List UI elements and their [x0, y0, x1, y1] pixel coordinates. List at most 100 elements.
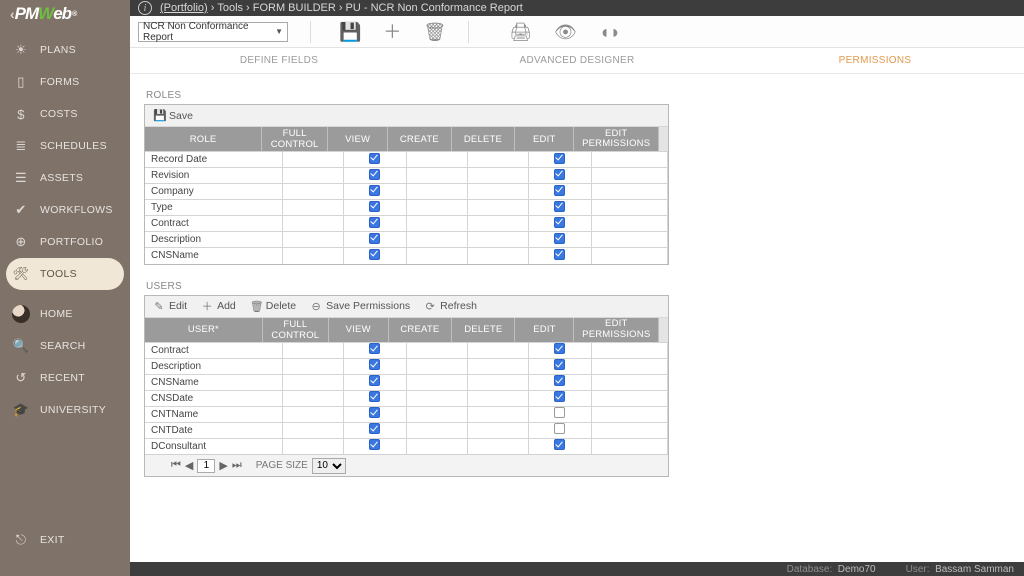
- users-add-button[interactable]: ＋Add: [201, 298, 236, 314]
- cell-view[interactable]: [344, 152, 407, 168]
- checkbox-checked-icon[interactable]: [369, 249, 380, 260]
- cell-editperm[interactable]: [591, 248, 667, 264]
- collapse-chevron-icon[interactable]: ‹: [10, 6, 14, 22]
- sidebar-item-tools[interactable]: 🛠TOOLS: [6, 258, 124, 290]
- table-row[interactable]: Contract: [145, 342, 668, 358]
- cell-delete[interactable]: [467, 152, 528, 168]
- cell-delete[interactable]: [467, 248, 528, 264]
- table-row[interactable]: Type: [145, 200, 668, 216]
- cell-create[interactable]: [406, 168, 467, 184]
- cell-view[interactable]: [344, 168, 407, 184]
- table-row[interactable]: Company: [145, 184, 668, 200]
- cell-editperm[interactable]: [591, 342, 667, 358]
- sidebar-item-plans[interactable]: ☀PLANS: [0, 34, 130, 66]
- sidebar-item-forms[interactable]: ▯FORMS: [0, 66, 130, 98]
- cell-view[interactable]: [343, 406, 406, 422]
- checkbox-checked-icon[interactable]: [369, 217, 380, 228]
- table-row[interactable]: CNTDate: [145, 422, 668, 438]
- breadcrumb-seg[interactable]: FORM BUILDER: [253, 2, 336, 14]
- checkbox-checked-icon[interactable]: [369, 343, 380, 354]
- cell-view[interactable]: [343, 438, 406, 454]
- cell-full[interactable]: [282, 152, 343, 168]
- cell-editperm[interactable]: [591, 216, 667, 232]
- cell-edit[interactable]: [528, 390, 591, 406]
- cell-full[interactable]: [282, 390, 343, 406]
- sidebar-item-assets[interactable]: ☰ASSETS: [0, 162, 130, 194]
- cell-delete[interactable]: [467, 358, 528, 374]
- checkbox-checked-icon[interactable]: [554, 375, 565, 386]
- checkbox-unchecked-icon[interactable]: [554, 423, 565, 434]
- col-edit[interactable]: EDIT: [515, 318, 574, 342]
- cell-delete[interactable]: [467, 342, 528, 358]
- cell-full[interactable]: [282, 438, 343, 454]
- sidebar-item-workflows[interactable]: ✔WORKFLOWS: [0, 194, 130, 226]
- pager-pagesize-select[interactable]: 10: [312, 458, 346, 474]
- cell-view[interactable]: [344, 248, 407, 264]
- save-icon[interactable]: 💾: [339, 23, 361, 41]
- cell-create[interactable]: [406, 390, 467, 406]
- cell-delete[interactable]: [467, 438, 528, 454]
- cell-create[interactable]: [406, 342, 467, 358]
- cell-editperm[interactable]: [591, 232, 667, 248]
- col-full-control[interactable]: FULL CONTROL: [262, 318, 328, 342]
- cell-editperm[interactable]: [591, 168, 667, 184]
- cell-full[interactable]: [282, 248, 343, 264]
- checkbox-unchecked-icon[interactable]: [554, 407, 565, 418]
- users-save-perm-button[interactable]: ⊖Save Permissions: [310, 300, 410, 313]
- cell-editperm[interactable]: [591, 438, 667, 454]
- cell-edit[interactable]: [528, 438, 591, 454]
- table-row[interactable]: CNSDate: [145, 390, 668, 406]
- cell-edit[interactable]: [528, 152, 591, 168]
- checkbox-checked-icon[interactable]: [554, 391, 565, 402]
- users-delete-button[interactable]: 🗑Delete: [250, 300, 296, 313]
- cell-editperm[interactable]: [591, 200, 667, 216]
- cell-full[interactable]: [282, 406, 343, 422]
- cell-edit[interactable]: [528, 232, 591, 248]
- col-user[interactable]: USER*: [145, 318, 262, 342]
- checkbox-checked-icon[interactable]: [369, 169, 380, 180]
- cell-edit[interactable]: [528, 342, 591, 358]
- sidebar-item-schedules[interactable]: ≣SCHEDULES: [0, 130, 130, 162]
- cell-editperm[interactable]: [591, 152, 667, 168]
- users-refresh-button[interactable]: ⟳Refresh: [424, 300, 477, 313]
- users-edit-button[interactable]: ✎Edit: [153, 300, 187, 313]
- col-full-control[interactable]: FULL CONTROL: [262, 127, 328, 151]
- col-delete[interactable]: DELETE: [452, 318, 515, 342]
- info-icon[interactable]: i: [138, 1, 152, 15]
- cell-create[interactable]: [406, 216, 467, 232]
- cell-view[interactable]: [344, 232, 407, 248]
- cell-create[interactable]: [406, 232, 467, 248]
- cell-create[interactable]: [406, 184, 467, 200]
- table-row[interactable]: Description: [145, 358, 668, 374]
- checkbox-checked-icon[interactable]: [369, 201, 380, 212]
- cell-delete[interactable]: [467, 390, 528, 406]
- cell-create[interactable]: [406, 422, 467, 438]
- cell-edit[interactable]: [528, 216, 591, 232]
- pager-prev-icon[interactable]: ◀: [185, 459, 193, 472]
- cell-edit[interactable]: [528, 358, 591, 374]
- cell-full[interactable]: [282, 358, 343, 374]
- checkbox-checked-icon[interactable]: [554, 439, 565, 450]
- delete-icon[interactable]: 🗑: [423, 23, 446, 41]
- cell-editperm[interactable]: [591, 406, 667, 422]
- sidebar-item-portfolio[interactable]: ⊕PORTFOLIO: [0, 226, 130, 258]
- cell-full[interactable]: [282, 374, 343, 390]
- cell-edit[interactable]: [528, 374, 591, 390]
- cell-edit[interactable]: [528, 422, 591, 438]
- cell-create[interactable]: [406, 406, 467, 422]
- table-row[interactable]: Contract: [145, 216, 668, 232]
- cell-delete[interactable]: [467, 168, 528, 184]
- users-grid-scroll[interactable]: ContractDescriptionCNSNameCNSDateCNTName…: [145, 342, 668, 455]
- sidebar-item-exit[interactable]: ⎋EXIT: [0, 524, 130, 556]
- tab-advanced-designer[interactable]: ADVANCED DESIGNER: [428, 48, 726, 73]
- sidebar-item-home[interactable]: HOME: [0, 298, 130, 330]
- checkbox-checked-icon[interactable]: [369, 153, 380, 164]
- checkbox-checked-icon[interactable]: [554, 249, 565, 260]
- cell-create[interactable]: [406, 358, 467, 374]
- breadcrumb-root[interactable]: (Portfolio): [160, 2, 208, 14]
- roles-save-button[interactable]: 💾Save: [153, 109, 193, 122]
- table-row[interactable]: CNTName: [145, 406, 668, 422]
- col-view[interactable]: VIEW: [328, 318, 388, 342]
- cell-edit[interactable]: [528, 184, 591, 200]
- cell-create[interactable]: [406, 200, 467, 216]
